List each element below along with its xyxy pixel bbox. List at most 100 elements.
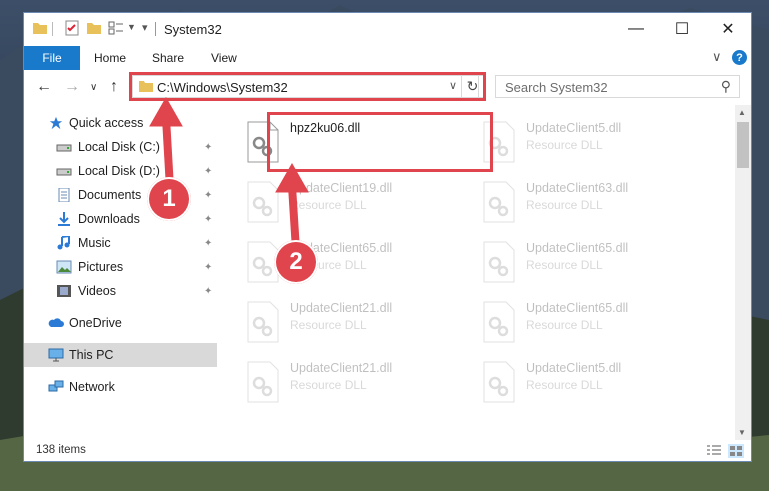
address-highlight-box (129, 72, 486, 101)
file-type: Resource DLL (290, 318, 367, 332)
file-item[interactable]: UpdateClient21.dll Resource DLL (242, 357, 472, 409)
file-item[interactable]: UpdateClient19.dll Resource DLL (242, 177, 472, 229)
details-view-icon[interactable] (706, 444, 722, 458)
file-explorer-window: ▼ ▾ System32 — ☐ ✕ File Home Share View … (23, 12, 752, 462)
sidebar-item-network[interactable]: Network (24, 375, 217, 399)
file-item[interactable]: UpdateClient21.dll Resource DLL (242, 297, 472, 349)
file-item[interactable]: UpdateClient5.dll Resource DLL (478, 117, 708, 169)
status-bar: 138 items (24, 440, 751, 461)
file-name: UpdateClient63.dll (526, 181, 629, 195)
sidebar-item-pictures[interactable]: Pictures ✦ (24, 255, 217, 279)
close-button[interactable]: ✕ (705, 13, 751, 45)
sidebar-item-label: OneDrive (69, 316, 122, 330)
pictures-icon (56, 260, 72, 274)
search-placeholder: Search System32 (505, 80, 608, 95)
scrollbar-thumb[interactable] (737, 122, 749, 168)
file-type: Resource DLL (290, 378, 367, 392)
help-icon[interactable]: ? (732, 50, 747, 65)
sidebar-item-quick-access[interactable]: Quick access (24, 111, 217, 135)
file-item[interactable]: UpdateClient63.dll Resource DLL (478, 177, 708, 229)
pin-icon[interactable]: ✦ (204, 166, 212, 177)
file-name: UpdateClient21.dll (290, 361, 393, 375)
large-icons-view-icon[interactable] (728, 444, 744, 458)
pin-icon[interactable]: ✦ (204, 262, 212, 273)
pin-icon[interactable]: ✦ (204, 238, 212, 249)
network-icon (48, 380, 64, 392)
vertical-scrollbar[interactable]: ▲ ▼ (735, 105, 751, 440)
new-folder-icon[interactable] (86, 20, 102, 36)
file-name: UpdateClient65.dll (526, 301, 629, 315)
sidebar-item-videos[interactable]: Videos ✦ (24, 279, 217, 303)
pin-icon[interactable]: ✦ (204, 190, 212, 201)
file-item[interactable]: UpdateClient65.dll Resource DLL (478, 237, 708, 289)
step-2-marker: 2 (274, 240, 318, 284)
qa-dropdown-icon[interactable]: ▾ (142, 21, 148, 34)
file-name: UpdateClient21.dll (290, 301, 393, 315)
navigation-bar: ← → ∨ ↑ C:\Windows\System32 ∨ ↻ Search S… (24, 70, 751, 105)
search-icon[interactable]: ⚲ (721, 78, 731, 95)
tab-file[interactable]: File (24, 46, 80, 70)
pin-icon[interactable]: ✦ (204, 214, 212, 225)
maximize-button[interactable]: ☐ (659, 13, 705, 45)
file-name: UpdateClient5.dll (526, 121, 622, 135)
ribbon-expand-icon[interactable]: ∨ (712, 49, 722, 65)
forward-button[interactable]: → (64, 78, 80, 96)
dll-file-icon (483, 241, 515, 283)
title-bar: ▼ ▾ System32 — ☐ ✕ (24, 13, 751, 46)
recent-locations-button[interactable]: ∨ (90, 82, 97, 93)
item-count: 138 items (36, 444, 86, 456)
back-button[interactable]: ← (36, 78, 52, 96)
folder-icon[interactable] (32, 20, 48, 36)
sidebar-item-this-pc[interactable]: This PC (24, 343, 217, 367)
view-options-icon[interactable] (108, 20, 124, 36)
sidebar-item-label: Videos (78, 284, 116, 298)
dll-file-icon (483, 181, 515, 223)
videos-icon (57, 285, 71, 297)
sidebar-item-onedrive[interactable]: OneDrive (24, 311, 217, 335)
sidebar-item-label: Local Disk (D:) (78, 164, 160, 178)
properties-icon[interactable] (64, 20, 80, 36)
file-name: UpdateClient5.dll (526, 361, 622, 375)
sidebar-item-label: Documents (78, 188, 142, 202)
scroll-down-icon[interactable]: ▼ (738, 428, 746, 437)
tab-home[interactable]: Home (94, 46, 126, 70)
tab-share[interactable]: Share (152, 46, 184, 70)
downloads-icon (58, 212, 70, 226)
dll-file-icon (483, 361, 515, 403)
sidebar-item-label: Network (69, 380, 115, 394)
pin-icon[interactable]: ✦ (204, 286, 212, 297)
tab-view[interactable]: View (211, 46, 237, 70)
sidebar-item-downloads[interactable]: Downloads ✦ (24, 207, 217, 231)
title-divider (155, 22, 156, 36)
dll-file-icon (247, 301, 279, 343)
minimize-button[interactable]: — (613, 13, 659, 45)
ribbon-tabs: File Home Share View ∨ ? (24, 46, 751, 70)
sidebar-item-label: Music (78, 236, 111, 250)
dll-file-icon (483, 301, 515, 343)
file-type: Resource DLL (526, 258, 603, 272)
file-item[interactable]: UpdateClient5.dll Resource DLL (478, 357, 708, 409)
dll-file-icon (247, 361, 279, 403)
sidebar-item-label: Quick access (69, 116, 144, 130)
onedrive-icon (48, 318, 64, 327)
file-name: UpdateClient19.dll (290, 181, 393, 195)
file-highlight-box (267, 112, 493, 172)
pin-icon[interactable]: ✦ (204, 142, 212, 153)
documents-icon (58, 188, 70, 202)
up-button[interactable]: ↑ (110, 78, 118, 96)
file-type: Resource DLL (526, 138, 603, 152)
customize-qa-chevron-icon[interactable]: ▼ (127, 22, 136, 32)
search-box[interactable]: Search System32 ⚲ (495, 75, 740, 98)
sidebar-item-local-disk-d[interactable]: Local Disk (D:) ✦ (24, 159, 217, 183)
sidebar-item-label: This PC (69, 348, 114, 362)
step-1-marker: 1 (147, 177, 191, 221)
sidebar-item-local-disk-c[interactable]: Local Disk (C:) ✦ (24, 135, 217, 159)
sidebar-item-music[interactable]: Music ✦ (24, 231, 217, 255)
file-item[interactable]: UpdateClient65.dll Resource DLL (478, 297, 708, 349)
pc-icon (48, 348, 64, 362)
music-icon (57, 236, 70, 250)
dll-file-icon (247, 181, 279, 223)
scroll-up-icon[interactable]: ▲ (738, 108, 746, 117)
file-type: Resource DLL (526, 198, 603, 212)
sidebar-item-label: Local Disk (C:) (78, 140, 160, 154)
